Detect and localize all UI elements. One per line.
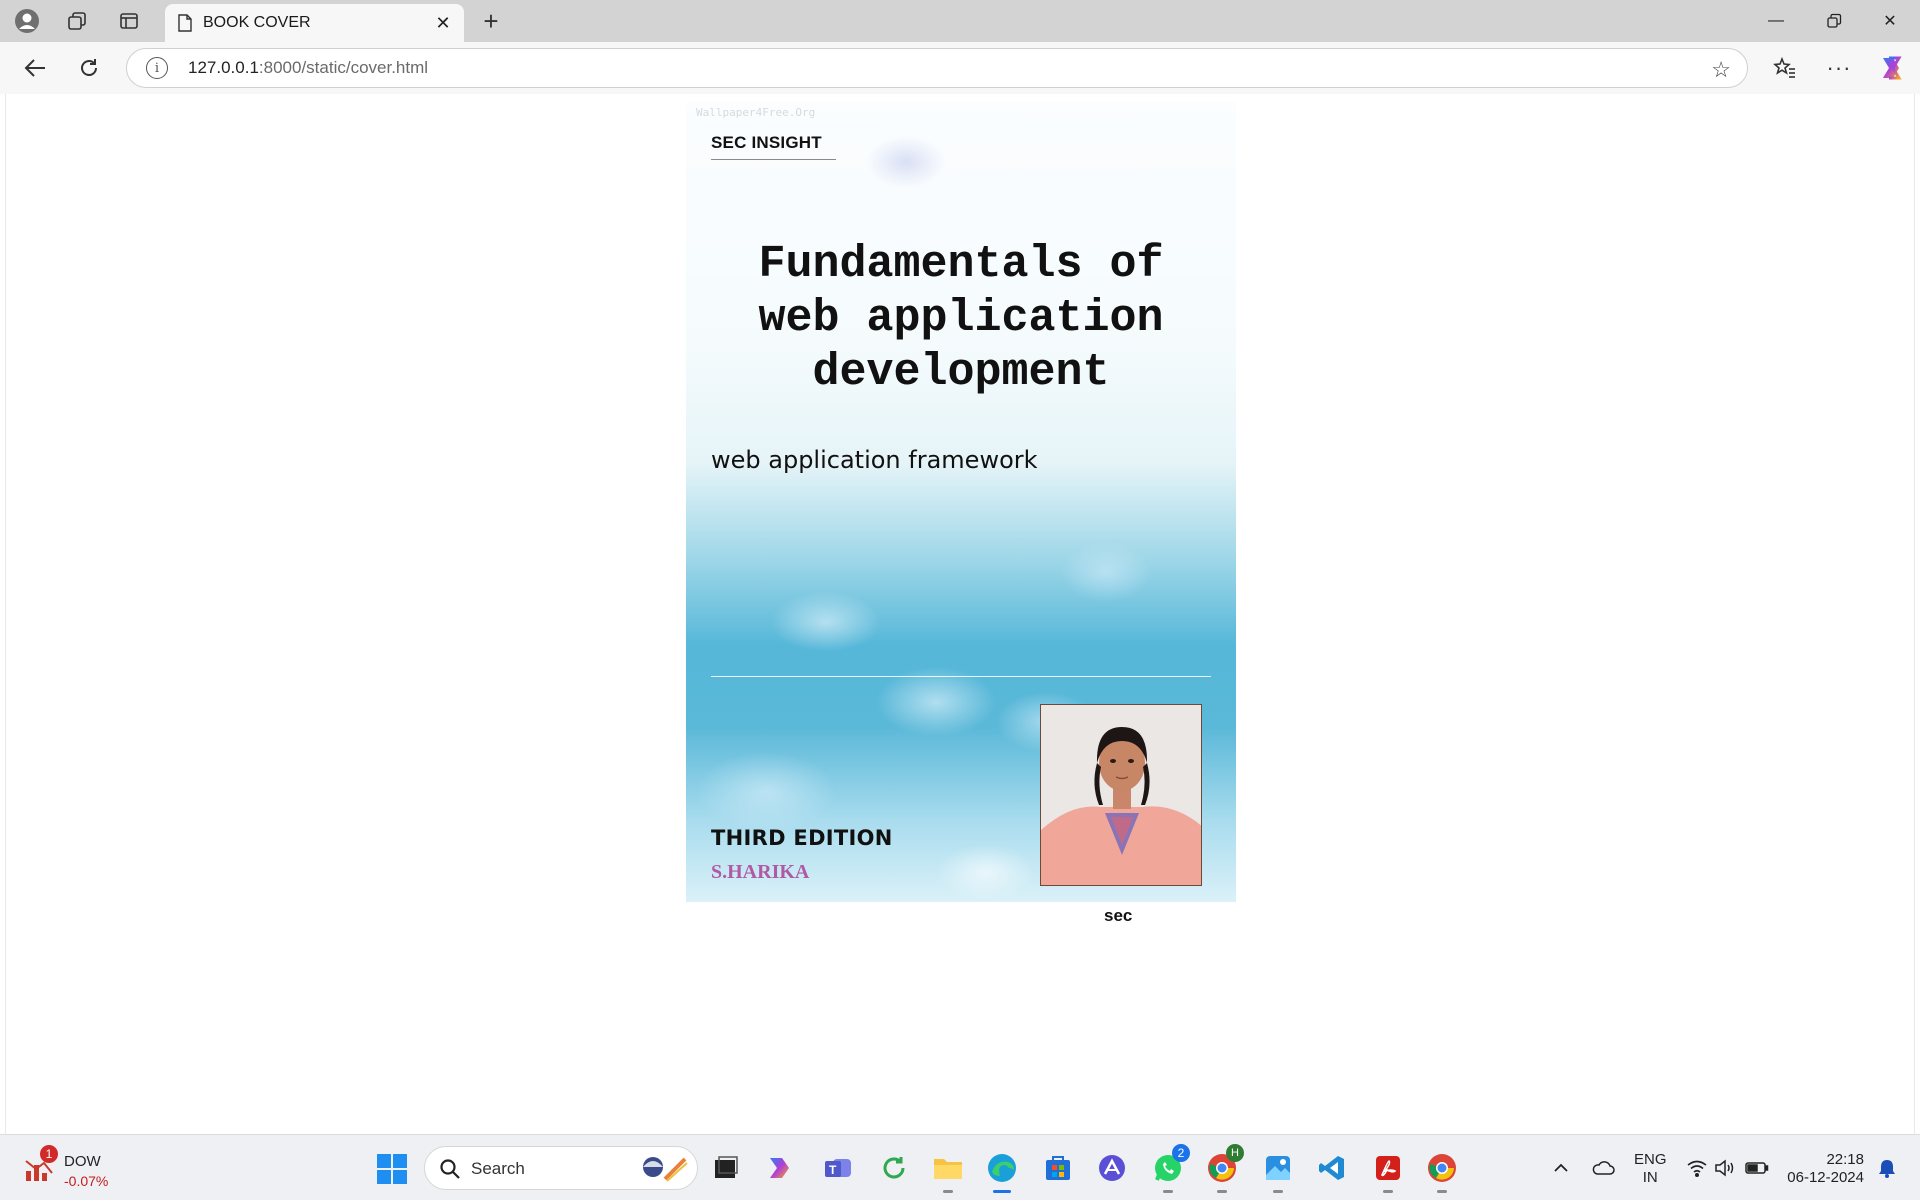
edition-label: THIRD EDITION [711,826,893,850]
url-text[interactable]: 127.0.0.1:8000/static/cover.html [188,58,428,78]
new-tab-icon[interactable]: + [475,5,507,37]
market-change: -0.07% [64,1173,109,1189]
search-icon [440,1159,460,1179]
title-line: development [812,347,1110,398]
favorites-icon[interactable] [1766,50,1804,86]
brand-divider [711,159,836,160]
book-subtitle: web application framework [711,446,1038,474]
refresh-icon[interactable] [70,50,108,86]
task-view-icon[interactable] [706,1148,746,1188]
author-photo [1040,704,1202,886]
close-window-icon[interactable]: ✕ [1862,0,1918,42]
page-viewport: Wallpaper4Free.Org SEC INSIGHT Fundament… [5,94,1915,1134]
photos-icon[interactable] [1258,1148,1298,1193]
address-bar[interactable]: i 127.0.0.1:8000/static/cover.html ☆ [126,48,1748,88]
notification-bell-icon[interactable] [1874,1135,1900,1201]
vertical-tabs-icon[interactable] [110,5,148,37]
battery-icon[interactable] [1742,1135,1772,1201]
onedrive-cloud-icon[interactable] [1588,1135,1618,1201]
copilot-app-icon[interactable] [760,1148,800,1188]
system-clock[interactable]: 22:18 06-12-2024 [1784,1151,1864,1187]
restore-icon[interactable] [1806,0,1862,42]
tab-title: BOOK COVER [203,14,311,31]
volume-icon[interactable] [1712,1135,1738,1201]
language-indicator[interactable]: ENG IN [1634,1151,1667,1187]
market-widget[interactable]: 1 DOW -0.07% [22,1145,142,1191]
publisher-brand: SEC INSIGHT [711,133,822,152]
site-info-icon[interactable]: i [146,57,168,79]
chrome-icon[interactable]: H [1202,1144,1244,1193]
whatsapp-badge: 2 [1172,1144,1190,1162]
more-options-icon[interactable]: ··· [1820,50,1858,86]
file-explorer-icon[interactable] [928,1148,968,1193]
store-icon[interactable] [1038,1148,1078,1188]
acrobat-icon[interactable] [1368,1148,1408,1193]
refresh-app-icon[interactable] [874,1148,914,1188]
taskbar: 1 DOW -0.07% Search T 2 H ENG IN 22:18 0… [0,1134,1920,1200]
minimize-icon[interactable]: ― [1748,0,1804,42]
show-hidden-icons-chevron-up-icon[interactable] [1548,1135,1574,1201]
title-line: web application [758,293,1164,344]
whatsapp-icon[interactable]: 2 [1148,1144,1190,1193]
tab-book-cover[interactable]: BOOK COVER ✕ [165,4,464,42]
chrome-icon-2[interactable] [1422,1148,1462,1193]
photo-caption: sec [1104,906,1133,925]
notification-badge: 1 [40,1145,58,1163]
browser-titlebar: BOOK COVER ✕ + ― ✕ [0,0,1920,42]
search-placeholder: Search [471,1159,525,1178]
title-line: Fundamentals of [758,239,1164,290]
search-highlight-icon [643,1157,688,1182]
back-icon[interactable] [16,50,54,86]
close-tab-icon[interactable]: ✕ [428,8,458,38]
vpn-app-icon[interactable] [1092,1148,1132,1188]
teams-icon[interactable]: T [818,1148,858,1188]
windows-start-icon[interactable] [376,1153,408,1185]
cover-divider [711,676,1211,677]
navigation-bar: i 127.0.0.1:8000/static/cover.html ☆ ··· [0,42,1920,94]
favorite-star-icon[interactable]: ☆ [1711,57,1731,83]
svg-text:T: T [829,1163,837,1177]
profile-badge: H [1226,1144,1244,1162]
page-icon [178,14,192,32]
wifi-icon[interactable] [1684,1135,1710,1201]
vscode-icon[interactable] [1312,1148,1352,1188]
taskbar-search[interactable]: Search [424,1146,698,1190]
market-name: DOW [64,1153,101,1170]
book-cover: Wallpaper4Free.Org SEC INSIGHT Fundament… [686,102,1236,902]
author-name: S.HARIKA [711,861,810,883]
workspaces-icon[interactable] [58,5,96,37]
background-watermark: Wallpaper4Free.Org [696,106,816,119]
copilot-icon[interactable] [1872,50,1910,86]
profile-icon[interactable] [8,5,46,37]
edge-browser-icon[interactable] [982,1148,1022,1193]
book-title: Fundamentals of web application developm… [711,238,1211,400]
